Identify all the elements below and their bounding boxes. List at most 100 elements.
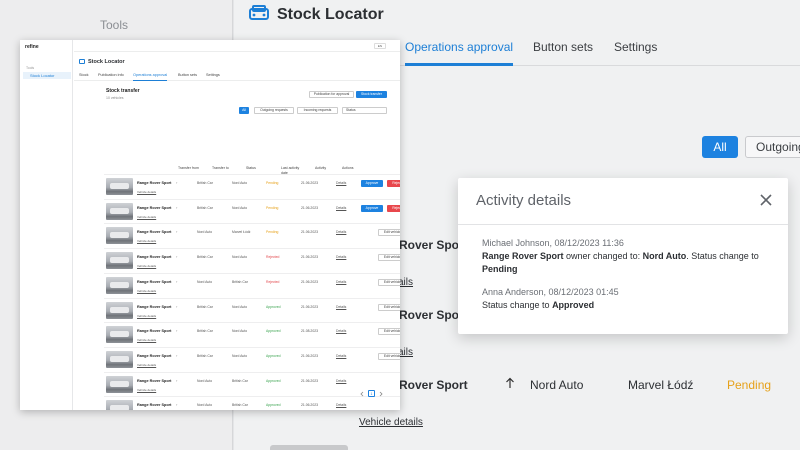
activity-meta: Anna Anderson, 08/12/2023 01:45 bbox=[482, 287, 619, 297]
status-badge: Pending bbox=[266, 205, 279, 210]
transfer-to: British Car bbox=[232, 378, 248, 383]
vehicle-details-link[interactable]: ails bbox=[398, 347, 413, 358]
details-link[interactable]: Details bbox=[336, 230, 346, 234]
vehicle-details-link[interactable]: Vehicle details bbox=[137, 190, 156, 194]
stock-transfer-button[interactable]: Stock transfer bbox=[356, 91, 387, 98]
table-row: Range Rover Sport Vehicle details ↑ British… bbox=[104, 248, 400, 273]
table-row: Range Rover SportVehicle details↑Nord Au… bbox=[104, 272, 400, 298]
edit-vehicle-button[interactable]: Edit vehicle bbox=[378, 254, 400, 262]
transfer-to: Nord Auto bbox=[232, 255, 248, 260]
chevron-right-icon[interactable] bbox=[378, 391, 384, 397]
last-activity-date: 21.06.2023 bbox=[301, 378, 318, 383]
status-badge: Pending bbox=[266, 181, 279, 185]
arrow-icon: ↑ bbox=[176, 205, 178, 210]
vehicle-details-link[interactable]: Vehicle details bbox=[137, 264, 156, 268]
language-selector[interactable]: EN bbox=[374, 43, 386, 49]
last-activity-date: 21.08.2023 bbox=[301, 329, 318, 334]
details-link[interactable]: Details bbox=[336, 255, 346, 259]
vehicle-thumbnail bbox=[106, 400, 133, 410]
vehicle-thumbnail bbox=[106, 301, 133, 319]
details-link[interactable]: Details bbox=[336, 354, 346, 358]
details-link[interactable]: Details bbox=[336, 181, 346, 185]
modal-divider bbox=[458, 224, 788, 225]
tab-publication-info[interactable]: Publication info bbox=[98, 73, 124, 81]
transfer-from: British Car bbox=[197, 353, 213, 358]
transfer-to: Nord Auto bbox=[232, 205, 248, 210]
vehicle-details-link[interactable]: Vehicle details bbox=[137, 239, 156, 243]
column-status: Status bbox=[246, 166, 256, 170]
last-activity-date: 21.06.2023 bbox=[301, 181, 318, 185]
tab-button-sets[interactable]: Button sets bbox=[178, 73, 197, 81]
details-link[interactable]: Details bbox=[336, 329, 346, 333]
details-link[interactable]: Details bbox=[336, 403, 346, 407]
vehicle-details-link[interactable]: Vehicle details bbox=[137, 338, 156, 342]
table-row: Range Rover SportVehicle details↑Nord Au… bbox=[104, 396, 400, 410]
sidebar-section-label: Tools bbox=[100, 18, 129, 32]
transfer-from: Nord Auto bbox=[197, 279, 213, 284]
status-select[interactable]: Status bbox=[342, 107, 387, 114]
preview-topbar: EN bbox=[74, 40, 400, 52]
app-preview: refine Tools Stock Locator EN Stock Loca… bbox=[20, 40, 400, 410]
tab-operations-approval[interactable]: Operations approval bbox=[405, 40, 514, 66]
status-badge: Approved bbox=[266, 378, 281, 383]
vehicle-details-link[interactable]: Vehicle details bbox=[359, 417, 423, 428]
tab-settings[interactable]: Settings bbox=[614, 40, 657, 66]
transfer-to: Nord Auto bbox=[232, 329, 248, 334]
vehicle-thumbnail bbox=[106, 227, 133, 245]
filter-outgoing-button[interactable]: Outgoing bbox=[745, 136, 800, 158]
filter-all-button[interactable]: All bbox=[702, 136, 738, 158]
vehicle-details-link[interactable]: ails bbox=[398, 277, 413, 288]
vehicle-thumbnail bbox=[106, 350, 133, 368]
details-link[interactable]: Details bbox=[336, 379, 346, 383]
status-badge: Approved bbox=[266, 353, 281, 358]
details-link[interactable]: Details bbox=[336, 305, 346, 309]
edit-vehicle-button[interactable]: Edit vehicle bbox=[378, 352, 400, 360]
sidebar-item-stock-locator[interactable]: Stock Locator bbox=[23, 72, 71, 79]
approve-button[interactable]: Approve bbox=[361, 180, 383, 187]
preview-title: Stock Locator bbox=[88, 59, 125, 65]
close-icon[interactable] bbox=[758, 192, 774, 208]
transfer-to: Nord Auto bbox=[232, 353, 248, 358]
chevron-left-icon[interactable] bbox=[359, 391, 365, 397]
arrow-up-icon bbox=[506, 377, 514, 388]
transfer-from: Nord Auto bbox=[197, 403, 213, 408]
activity-meta: Michael Johnson, 08/12/2023 11:36 bbox=[482, 238, 624, 248]
vehicle-details-link[interactable]: Vehicle details bbox=[137, 388, 156, 392]
transfer-from: British Car bbox=[197, 205, 213, 210]
logo: refine bbox=[25, 44, 39, 50]
car-icon bbox=[79, 59, 85, 64]
tab-operations-approval[interactable]: Operations approval bbox=[133, 73, 168, 81]
edit-vehicle-button[interactable]: Edit vehicle bbox=[378, 278, 400, 286]
edit-vehicle-button[interactable]: Edit vehicle bbox=[378, 303, 400, 311]
last-activity-date: 21.06.2023 bbox=[301, 403, 318, 408]
filter-incoming-button[interactable]: Incoming requests bbox=[297, 107, 338, 114]
vehicle-details-link[interactable]: Vehicle details bbox=[137, 314, 156, 318]
last-activity-date: 21.06.2023 bbox=[301, 230, 318, 235]
vehicle-thumbnail bbox=[106, 202, 133, 220]
reject-button[interactable]: Reject bbox=[387, 180, 400, 187]
card-subtitle: 10 vehicles bbox=[106, 96, 124, 100]
filter-outgoing-button[interactable]: Outgoing requests bbox=[254, 107, 294, 114]
status-badge: Rejected bbox=[266, 255, 280, 260]
arrow-icon: ↑ bbox=[176, 378, 178, 383]
publication-approval-button[interactable]: Publication for approval bbox=[309, 91, 354, 98]
vehicle-details-link[interactable]: Vehicle details bbox=[137, 215, 156, 219]
approve-button[interactable]: Approve bbox=[361, 204, 383, 212]
tab-button-sets[interactable]: Button sets bbox=[533, 40, 593, 66]
vehicle-details-link[interactable]: Vehicle details bbox=[137, 363, 156, 367]
pagination-page[interactable]: 1 bbox=[368, 390, 375, 397]
reject-button[interactable]: Reject bbox=[387, 204, 400, 212]
edit-vehicle-button[interactable]: Edit vehicle bbox=[378, 328, 400, 336]
vehicle-name: Range Rover Sport bbox=[137, 230, 172, 235]
activity-details-modal: Activity details Michael Johnson, 08/12/… bbox=[458, 178, 788, 334]
edit-vehicle-button[interactable]: Edit vehicle bbox=[378, 229, 400, 237]
details-link[interactable]: Details bbox=[336, 206, 346, 210]
vehicle-details-link[interactable]: Vehicle details bbox=[137, 289, 156, 293]
arrow-icon: ↑ bbox=[176, 353, 178, 358]
column-actions: Actions bbox=[342, 166, 354, 170]
filter-all-button[interactable]: All bbox=[239, 107, 249, 114]
details-link[interactable]: Details bbox=[336, 280, 346, 284]
status-pending: Pending bbox=[727, 378, 772, 392]
tab-settings[interactable]: Settings bbox=[206, 73, 220, 81]
tab-stock[interactable]: Stock bbox=[79, 73, 89, 81]
